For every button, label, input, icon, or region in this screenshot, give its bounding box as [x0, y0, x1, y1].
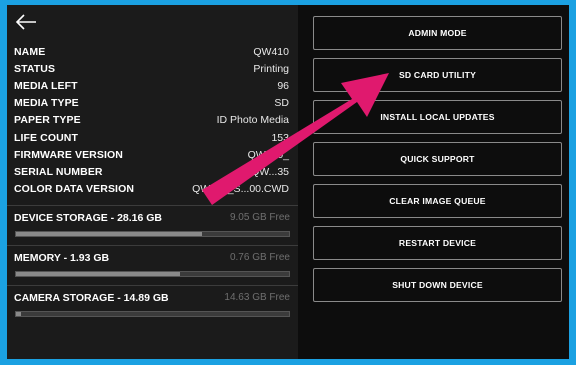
storage-bar [15, 271, 290, 277]
storage-free: 0.76 GB Free [229, 252, 290, 263]
storage-label: DEVICE STORAGE - 28.16 GB [14, 212, 163, 224]
install-local-updates-button[interactable]: INSTALL LOCAL UPDATES [313, 100, 562, 134]
info-row-status: STATUS Printing [14, 60, 289, 77]
info-label: FIRMWARE VERSION [14, 148, 123, 161]
info-value: QW410_S...00.CWD [192, 183, 289, 196]
info-value: QW410 [253, 45, 289, 58]
info-row-media-type: MEDIA TYPE SD [14, 95, 289, 112]
info-value: QW410_ [247, 148, 289, 161]
info-row-media-left: MEDIA LEFT 96 [14, 77, 289, 94]
storage-section: DEVICE STORAGE - 28.16 GB 9.05 GB Free M… [7, 205, 298, 325]
clear-image-queue-button[interactable]: CLEAR IMAGE QUEUE [313, 184, 562, 218]
storage-label: MEMORY - 1.93 GB [14, 252, 110, 264]
info-label: SERIAL NUMBER [14, 165, 103, 178]
info-label: MEDIA TYPE [14, 97, 79, 110]
info-value: Printing [253, 62, 289, 75]
info-value: 96 [277, 79, 289, 92]
storage-bar [15, 231, 290, 237]
device-info-panel: NAME QW410 STATUS Printing MEDIA LEFT 96… [7, 5, 298, 359]
info-value: 153 [271, 131, 289, 144]
info-label: PAPER TYPE [14, 114, 81, 127]
info-label: LIFE COUNT [14, 131, 78, 144]
storage-label: CAMERA STORAGE - 14.89 GB [14, 292, 169, 304]
device-info-screen: NAME QW410 STATUS Printing MEDIA LEFT 96… [7, 5, 569, 359]
info-value: ID Photo Media [216, 114, 289, 127]
storage-free: 9.05 GB Free [229, 212, 290, 223]
info-value: QW...35 [251, 165, 289, 178]
storage-bar [15, 311, 290, 317]
shut-down-device-button[interactable]: SHUT DOWN DEVICE [313, 268, 562, 302]
info-row-life-count: LIFE COUNT 153 [14, 129, 289, 146]
actions-panel: ADMIN MODE SD CARD UTILITY INSTALL LOCAL… [298, 5, 569, 359]
memory-storage: MEMORY - 1.93 GB 0.76 GB Free [7, 245, 298, 285]
info-row-name: NAME QW410 [14, 43, 289, 60]
info-label: MEDIA LEFT [14, 79, 78, 92]
info-row-paper-type: PAPER TYPE ID Photo Media [14, 112, 289, 129]
device-info-list: NAME QW410 STATUS Printing MEDIA LEFT 96… [14, 43, 289, 198]
info-row-color-data-version: COLOR DATA VERSION QW410_S...00.CWD [14, 181, 289, 198]
device-storage: DEVICE STORAGE - 28.16 GB 9.05 GB Free [7, 205, 298, 245]
camera-storage: CAMERA STORAGE - 14.89 GB 14.63 GB Free [7, 285, 298, 325]
info-label: STATUS [14, 62, 56, 75]
admin-mode-button[interactable]: ADMIN MODE [313, 16, 562, 50]
info-label: NAME [14, 45, 46, 58]
storage-free: 14.63 GB Free [224, 292, 290, 303]
info-row-firmware-version: FIRMWARE VERSION QW410_ [14, 146, 289, 163]
storage-bar-fill [16, 272, 180, 276]
restart-device-button[interactable]: RESTART DEVICE [313, 226, 562, 260]
quick-support-button[interactable]: QUICK SUPPORT [313, 142, 562, 176]
storage-bar-fill [16, 232, 202, 236]
storage-bar-fill [16, 312, 22, 316]
info-row-serial-number: SERIAL NUMBER QW...35 [14, 163, 289, 180]
sd-card-utility-button[interactable]: SD CARD UTILITY [313, 58, 562, 92]
info-value: SD [274, 97, 289, 110]
back-arrow-icon[interactable] [14, 12, 40, 32]
info-label: COLOR DATA VERSION [14, 183, 135, 196]
